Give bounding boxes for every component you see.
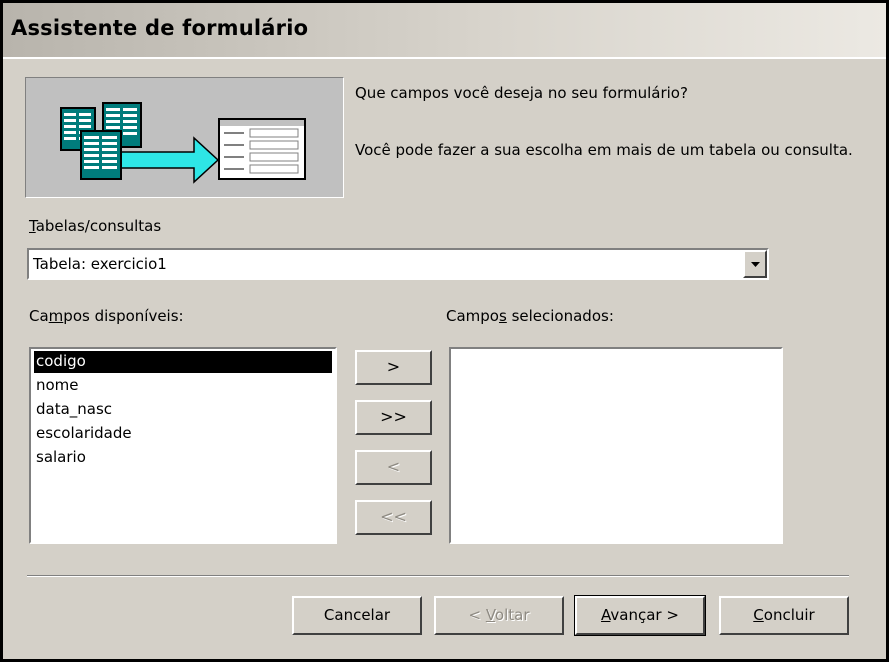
available-fields-label: Campos disponíveis: (29, 307, 184, 325)
back-button[interactable]: < Voltar (434, 596, 564, 635)
add-all-fields-button[interactable]: >> (355, 400, 432, 435)
wizard-content: Que campos você deseja no seu formulário… (3, 59, 886, 659)
dropdown-value: Tabela: exercicio1 (33, 255, 167, 273)
remove-all-fields-button[interactable]: << (355, 500, 432, 535)
list-item[interactable]: escolaridade (34, 423, 132, 445)
list-item[interactable]: data_nasc (34, 399, 112, 421)
tables-queries-label: Tabelas/consultas (29, 217, 162, 235)
window-title: Assistente de formulário (11, 16, 309, 40)
chevron-down-icon (751, 262, 760, 267)
selected-fields-label: Campos selecionados: (446, 307, 614, 325)
next-button[interactable]: Avançar > (574, 595, 706, 636)
list-item[interactable]: codigo (34, 351, 332, 373)
tables-queries-dropdown[interactable]: Tabela: exercicio1 (27, 248, 769, 280)
selected-fields-list[interactable] (449, 347, 783, 544)
add-field-button[interactable]: > (355, 350, 432, 385)
cancel-button[interactable]: Cancelar (292, 596, 422, 635)
list-item[interactable]: nome (34, 375, 79, 397)
list-item[interactable]: salario (34, 447, 86, 469)
divider (27, 575, 849, 577)
remove-field-button[interactable]: < (355, 450, 432, 485)
wizard-question: Que campos você deseja no seu formulário… (355, 84, 688, 102)
available-fields-list[interactable]: codigo nome data_nasc escolaridade salar… (29, 347, 337, 544)
wizard-hint: Você pode fazer a sua escolha em mais de… (355, 141, 853, 159)
tables-to-form-icon (60, 102, 306, 184)
wizard-illustration (25, 77, 344, 198)
dropdown-arrow-button[interactable] (743, 250, 767, 278)
finish-button[interactable]: Concluir (719, 596, 849, 635)
form-wizard-window: Assistente de formulário Que campos você… (0, 0, 889, 662)
title-bar[interactable]: Assistente de formulário (3, 3, 886, 59)
